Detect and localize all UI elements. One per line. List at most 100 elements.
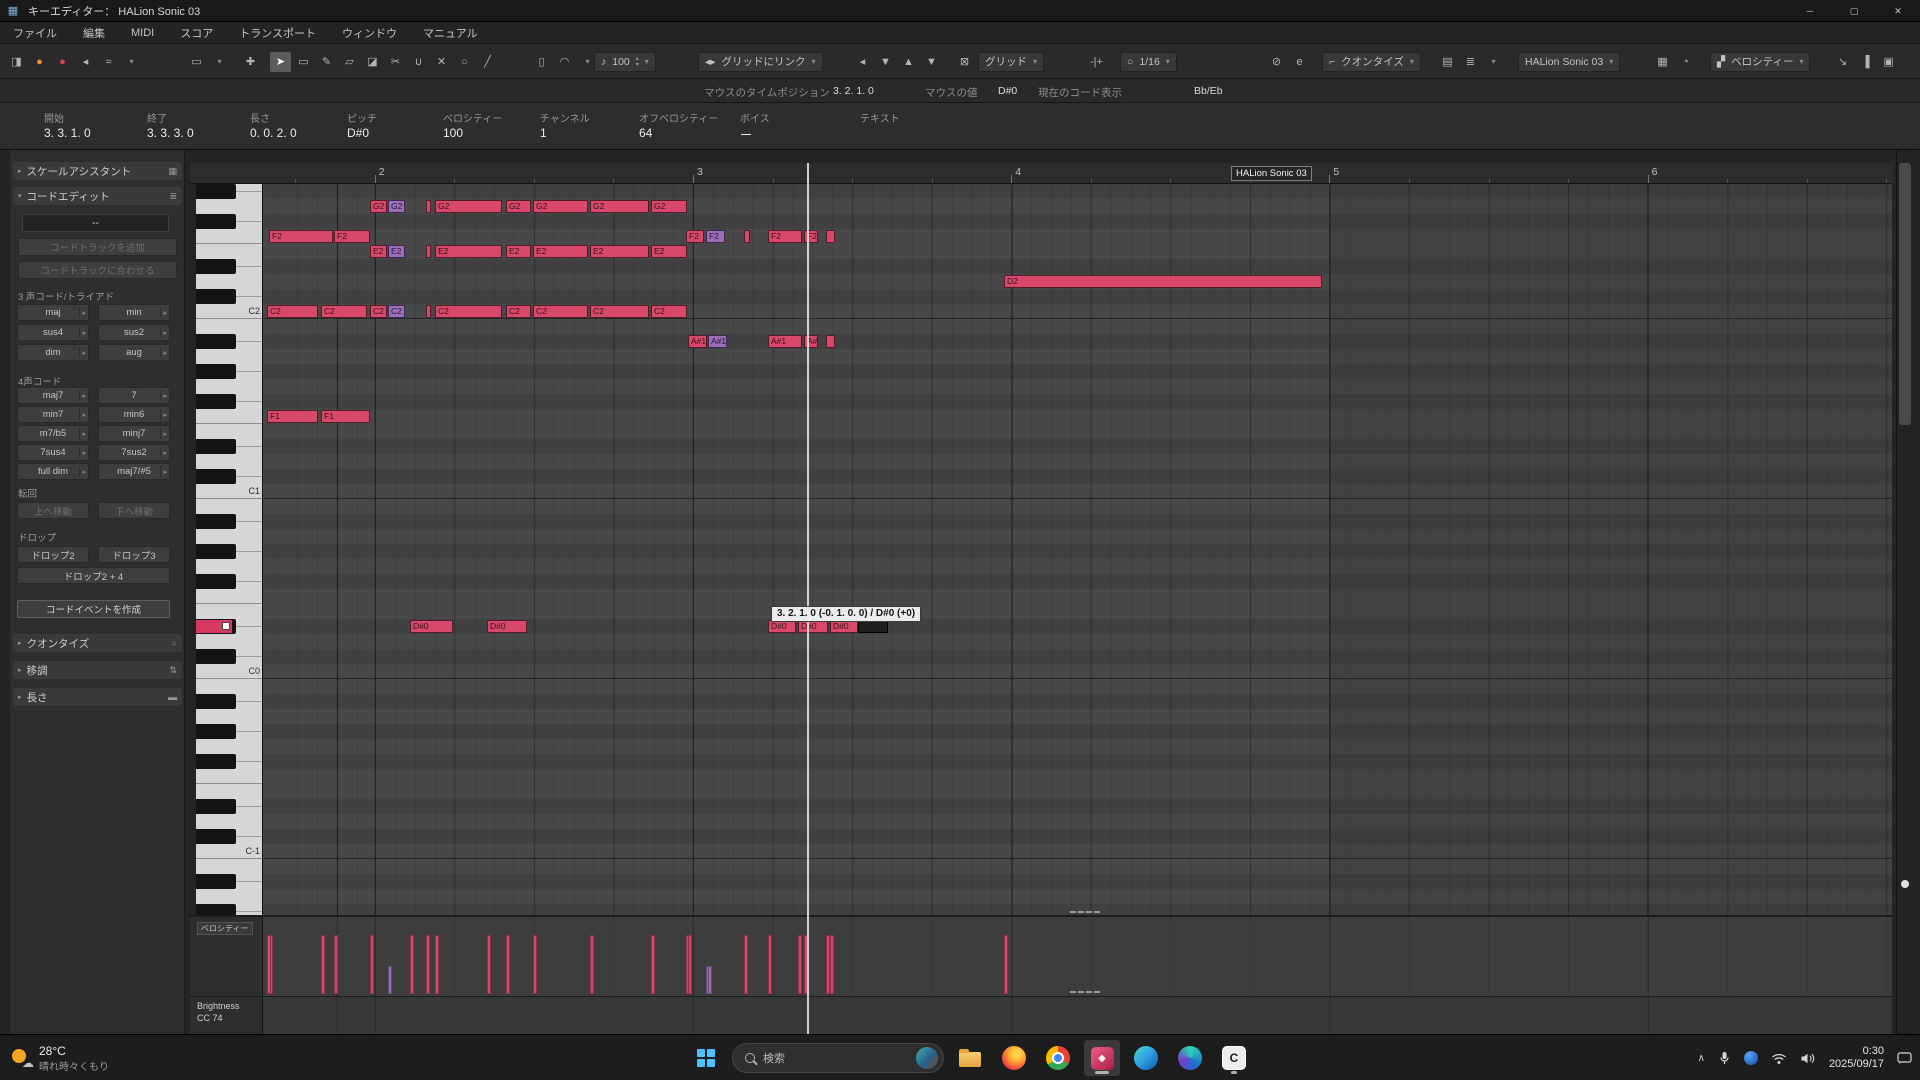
piano-key-G#-2[interactable] (196, 904, 263, 915)
piano-key-A-2[interactable] (196, 889, 263, 904)
midi-note[interactable]: E2 (435, 245, 502, 258)
midi-note[interactable]: G2 (370, 200, 387, 213)
nudge-end-icon[interactable]: ▼ (921, 52, 942, 72)
time-ruler[interactable]: HALion Sonic 03 23456 (190, 163, 1893, 184)
add-chord-track-button[interactable]: コードトラックを追加 (18, 238, 177, 256)
piano-key-C#0[interactable] (196, 649, 263, 664)
chord-button-7sus2[interactable]: 7sus2▸ (98, 444, 170, 461)
info-field-value[interactable]: 64 (639, 126, 652, 140)
midi-note[interactable] (826, 335, 835, 348)
pin-editor-icon[interactable]: ◨ (6, 52, 27, 72)
monitor-icon[interactable]: ◂ (75, 52, 96, 72)
velocity-bar[interactable] (334, 935, 338, 994)
midi-note[interactable]: C2 (321, 305, 367, 318)
piano-keyboard[interactable]: C2C1C0C-1 (196, 184, 263, 915)
piano-key-F#-1[interactable] (196, 754, 263, 769)
velocity-bar[interactable] (533, 935, 537, 994)
inversion-button-1[interactable]: 下へ移動 (98, 502, 170, 519)
midi-note[interactable]: E2 (506, 245, 531, 258)
velocity-bar[interactable] (688, 935, 692, 994)
midi-note[interactable]: E2 (388, 245, 405, 258)
edge-button[interactable] (1128, 1040, 1164, 1076)
inversion-button-0[interactable]: 上へ移動 (17, 502, 89, 519)
draw-tool-icon[interactable]: ✎ (316, 52, 337, 72)
velocity-bar[interactable] (487, 935, 491, 994)
hidden-icons-chevron[interactable]: ∧ (1698, 1053, 1705, 1064)
chord-variant-arrow-icon[interactable]: ▸ (160, 390, 167, 401)
chord-button-sus4[interactable]: sus4▸ (17, 324, 89, 341)
chord-button-min6[interactable]: min6▸ (98, 406, 170, 423)
velocity-bar[interactable] (370, 935, 374, 994)
midi-note[interactable]: C2 (506, 305, 531, 318)
midi-note[interactable]: G2 (533, 200, 588, 213)
chord-button-maj[interactable]: maj▸ (17, 304, 89, 321)
chord-button-min[interactable]: min▸ (98, 304, 170, 321)
snap-onoff-icon[interactable]: ⊠ (954, 52, 975, 72)
piano-key-C#2[interactable] (196, 289, 263, 304)
cubase-hub-button[interactable]: ◆ (1084, 1040, 1120, 1076)
midi-note[interactable]: C2 (533, 305, 588, 318)
minimize-button[interactable]: ─ (1788, 0, 1832, 22)
chord-variant-arrow-icon[interactable]: ▸ (160, 447, 167, 458)
piano-key-B1[interactable] (196, 319, 263, 334)
chord-button-aug[interactable]: aug▸ (98, 344, 170, 361)
cc-lane-name[interactable]: Brightness (197, 1001, 240, 1011)
info-field-value[interactable]: 3. 3. 3. 0 (147, 126, 194, 140)
curve-tool-icon[interactable]: ◠ (554, 52, 575, 72)
velocity-bar[interactable] (651, 935, 655, 994)
piano-key-A#1[interactable] (196, 334, 263, 349)
piano-key-G-1[interactable] (196, 739, 263, 754)
time-format-icon[interactable]: ◔ (1675, 52, 1696, 72)
midi-note[interactable]: C2 (370, 305, 387, 318)
drop-button-0[interactable]: ドロップ2 (17, 546, 89, 563)
info-field-value[interactable]: 1 (540, 126, 547, 140)
zoom-tool-icon[interactable]: ○ (454, 52, 475, 72)
piano-key-C#-1[interactable] (196, 829, 263, 844)
midi-note[interactable]: G2 (435, 200, 502, 213)
piano-key-F2[interactable] (196, 229, 263, 244)
velocity-bar[interactable] (388, 966, 392, 994)
midi-note[interactable]: D#0 (487, 620, 527, 633)
midi-note[interactable]: F2 (334, 230, 370, 243)
taskbar-search[interactable]: 検索 (732, 1043, 944, 1073)
chord-button-7[interactable]: 7▸ (98, 387, 170, 404)
start-button[interactable] (688, 1040, 724, 1076)
auto-scroll-icon[interactable]: ≈ (98, 52, 119, 72)
midi-note[interactable] (426, 200, 431, 213)
create-chord-event-button[interactable]: コードイベントを作成 (17, 600, 170, 618)
midi-note[interactable]: F2 (706, 230, 725, 243)
midi-note[interactable]: G2 (651, 200, 687, 213)
close-button[interactable]: ✕ (1876, 0, 1920, 22)
piano-key-B-2[interactable] (196, 859, 263, 874)
piano-key-G#2[interactable] (196, 184, 263, 199)
velocity-caret-icon[interactable]: ▾ (645, 57, 649, 66)
menu-item-3[interactable]: スコア (167, 22, 226, 43)
velocity-bar[interactable] (768, 935, 772, 994)
chord-variant-arrow-icon[interactable]: ▸ (79, 447, 86, 458)
range-tool-icon[interactable]: ▭ (293, 52, 314, 72)
menu-item-5[interactable]: ウィンドウ (329, 22, 410, 43)
note-grid[interactable]: G2G2G2G2G2G2G2F2F2F2F2F2F2E2E2E2E2E2E2E2… (263, 184, 1892, 915)
midi-note[interactable]: F2 (686, 230, 704, 243)
menu-item-4[interactable]: トランスポート (226, 22, 329, 43)
midi-note[interactable]: G2 (590, 200, 649, 213)
link-to-grid-dropdown[interactable]: ◂▸ グリッドにリンク ▾ (698, 52, 823, 72)
piano-key-E1[interactable] (196, 424, 263, 439)
velocity-bar[interactable] (744, 935, 748, 994)
maximize-button[interactable]: ▢ (1832, 0, 1876, 22)
follow-chord-track-button[interactable]: コードトラックに合わせる (18, 261, 177, 279)
piano-key-G#0[interactable] (196, 544, 263, 559)
firefox-button[interactable] (996, 1040, 1032, 1076)
velocity-bar[interactable] (267, 935, 271, 994)
piano-key-D1[interactable] (196, 454, 263, 469)
controller-lane-dropdown[interactable]: ▞ ベロシティー ▾ (1710, 52, 1810, 72)
piano-key-F#2[interactable] (196, 214, 263, 229)
mute-tool-icon[interactable]: ✕ (431, 52, 452, 72)
search-highlight-image[interactable] (916, 1047, 938, 1069)
midi-note[interactable]: E2 (651, 245, 687, 258)
chord-variant-arrow-icon[interactable]: ▸ (79, 327, 86, 338)
loop-caret-icon[interactable]: ▾ (209, 52, 230, 72)
browser-button[interactable] (1172, 1040, 1208, 1076)
quantize-preset-dropdown[interactable]: ○ 1/16 ▾ (1120, 52, 1177, 72)
insert-velocity-control[interactable]: ♪ 100 ▴▾ ▾ (594, 52, 656, 72)
